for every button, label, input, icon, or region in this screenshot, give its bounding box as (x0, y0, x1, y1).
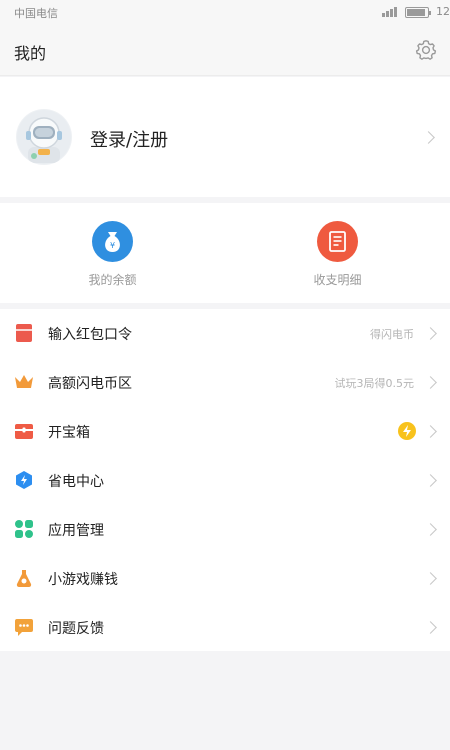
chevron-right-icon (424, 621, 437, 634)
chevron-right-icon (424, 327, 437, 340)
chevron-right-icon (424, 523, 437, 536)
header: 我的 (0, 24, 450, 76)
menu-list: 输入红包口令 得闪电币 高额闪电币区 试玩3局得0.5元 开宝箱 省电中心 应用… (0, 309, 450, 651)
crown-icon (15, 375, 33, 388)
menu-label: 高额闪电币区 (48, 376, 132, 392)
battery-saver-icon (16, 471, 32, 489)
menu-item-feedback[interactable]: 问题反馈 (0, 603, 450, 652)
battery-icon (405, 7, 431, 18)
wallet-section: ¥ 我的余额 收支明细 (0, 203, 450, 303)
menu-item-app-management[interactable]: 应用管理 (0, 505, 450, 554)
menu-item-treasure-box[interactable]: 开宝箱 (0, 407, 450, 456)
status-bar: 中国电信 12: (0, 0, 450, 24)
menu-label: 省电中心 (48, 474, 104, 490)
feedback-icon (15, 619, 33, 636)
receipt-icon (317, 221, 358, 262)
menu-item-red-envelope[interactable]: 输入红包口令 得闪电币 (0, 309, 450, 358)
menu-extra-text: 试玩3局得0.5元 (334, 377, 415, 390)
chevron-right-icon (422, 131, 435, 144)
chevron-right-icon (424, 474, 437, 487)
bill-details-button[interactable]: 收支明细 (225, 203, 450, 303)
gear-icon[interactable] (415, 39, 437, 61)
login-row[interactable]: 登录/注册 (0, 77, 450, 197)
menu-label: 输入红包口令 (48, 327, 132, 343)
clock: 12: (436, 5, 450, 18)
apps-grid-icon (15, 520, 33, 538)
menu-item-high-coin[interactable]: 高额闪电币区 试玩3局得0.5元 (0, 358, 450, 407)
menu-item-mini-games[interactable]: 小游戏赚钱 (0, 554, 450, 603)
menu-label: 开宝箱 (48, 425, 90, 441)
menu-label: 小游戏赚钱 (48, 572, 118, 588)
treasure-box-icon (15, 424, 33, 439)
chevron-right-icon (424, 572, 437, 585)
money-bag-icon: ¥ (92, 221, 133, 262)
chevron-right-icon (424, 376, 437, 389)
astronaut-avatar-icon (17, 110, 71, 164)
carrier-name: 中国电信 (14, 7, 58, 20)
signal-icon (382, 7, 400, 17)
menu-extra-text: 得闪电币 (370, 328, 414, 341)
menu-item-power-saving[interactable]: 省电中心 (0, 456, 450, 505)
game-icon (16, 570, 32, 587)
bill-label: 收支明细 (313, 273, 362, 287)
page-title: 我的 (14, 44, 47, 63)
my-balance-button[interactable]: ¥ 我的余额 (0, 203, 225, 303)
menu-label: 问题反馈 (48, 621, 104, 637)
menu-label: 应用管理 (48, 523, 104, 539)
avatar[interactable] (16, 109, 72, 165)
svg-text:¥: ¥ (110, 241, 115, 250)
balance-label: 我的余额 (88, 273, 137, 287)
lightning-badge-icon (398, 422, 416, 440)
red-envelope-icon (16, 324, 32, 342)
chevron-right-icon (424, 425, 437, 438)
login-register-label[interactable]: 登录/注册 (90, 126, 168, 152)
